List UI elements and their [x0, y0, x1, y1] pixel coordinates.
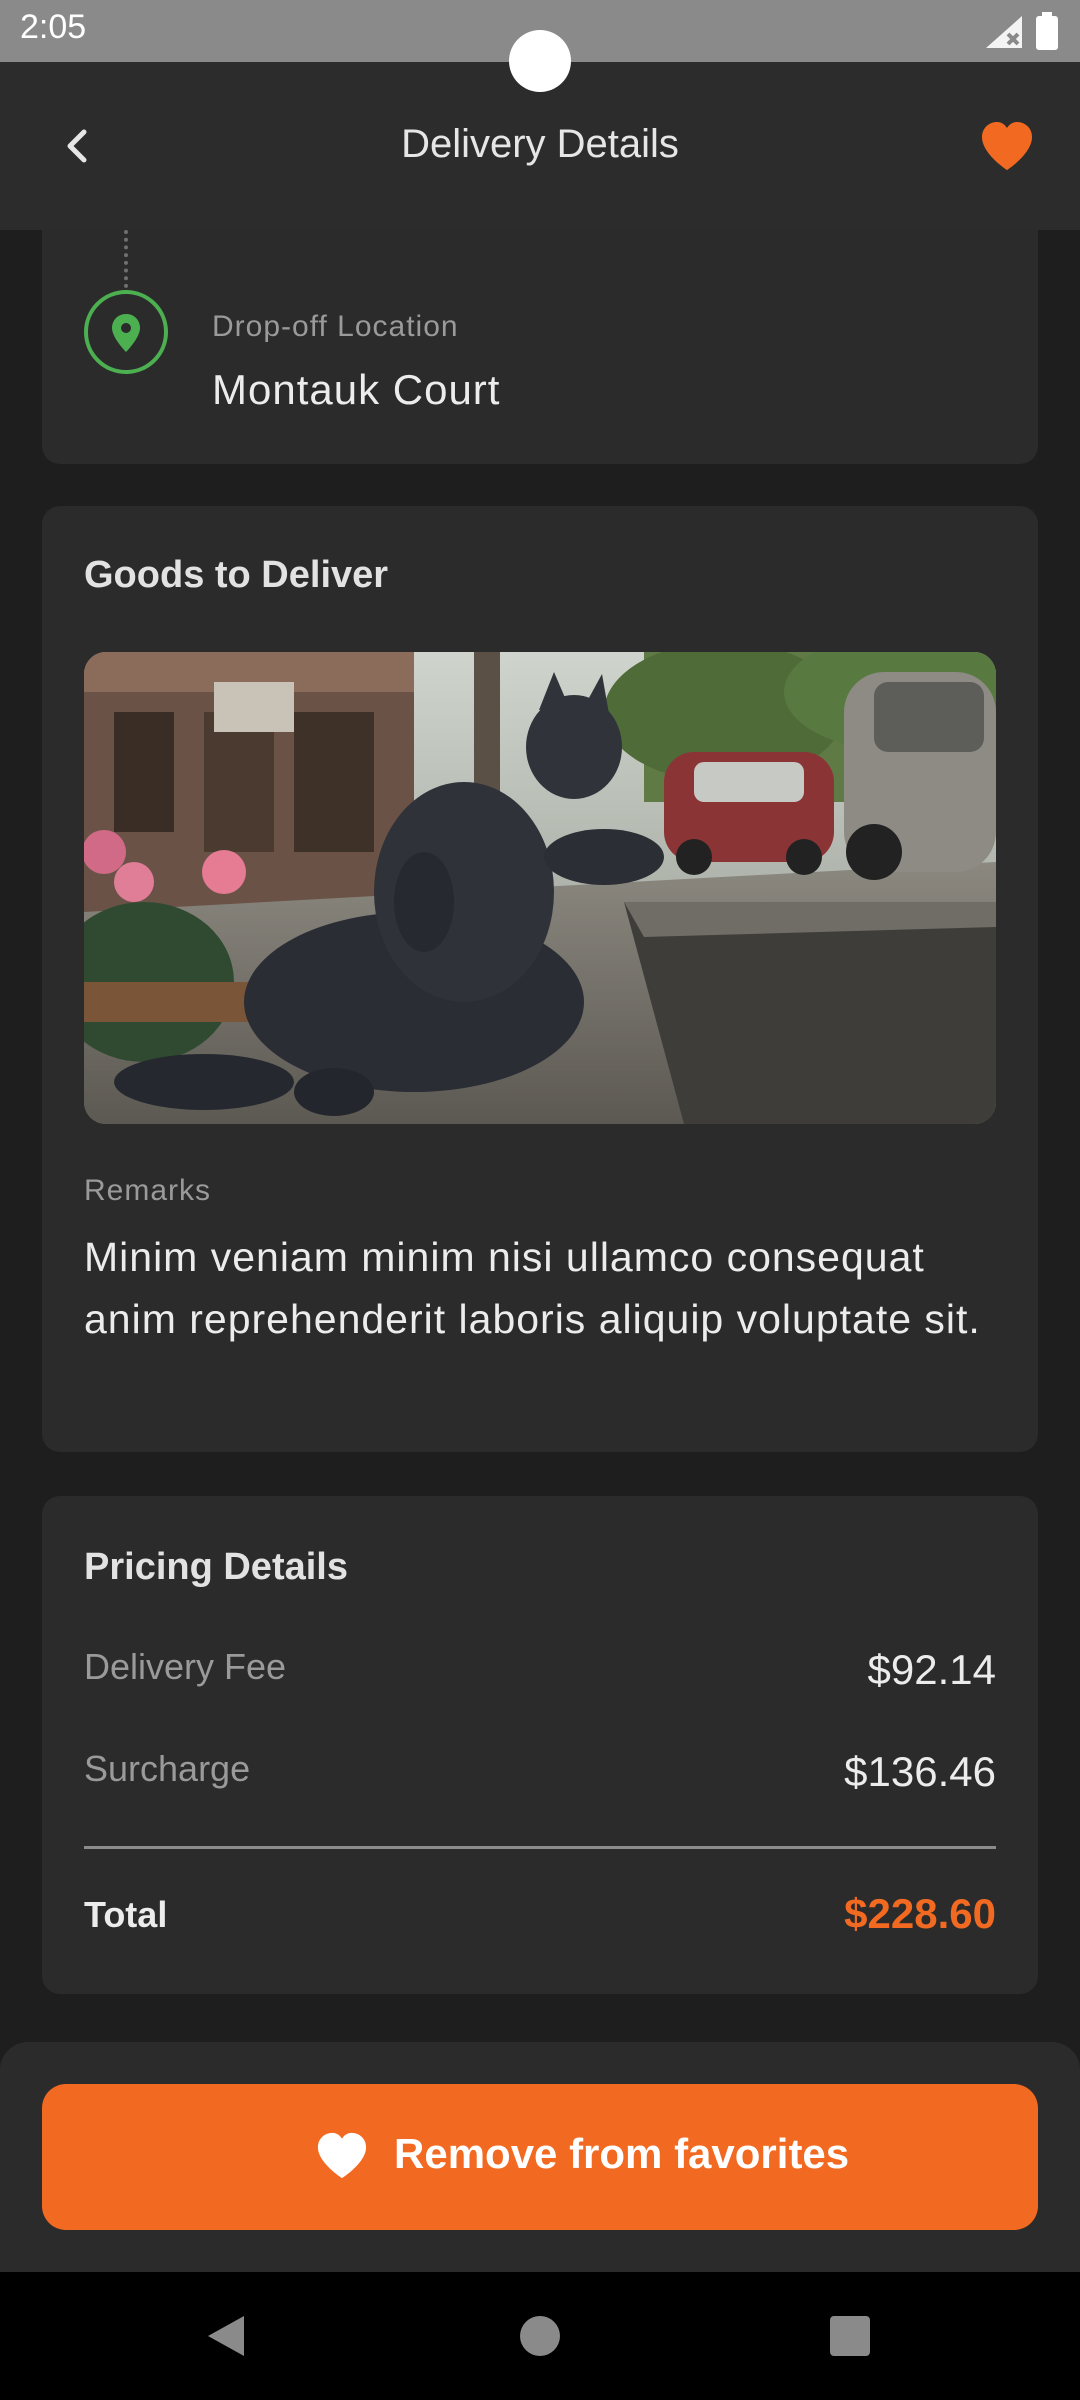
goods-photo[interactable] [84, 652, 996, 1124]
heart-icon [317, 2132, 367, 2179]
dropoff-value: Montauk Court [212, 366, 501, 413]
price-row-total: Total $228.60 [84, 1890, 996, 1950]
price-label: Delivery Fee [84, 1646, 287, 1687]
dropoff-label: Drop-off Location [212, 310, 459, 343]
page-title: Delivery Details [401, 122, 679, 166]
remarks-text: Minim veniam minim nisi ullamco consequa… [84, 1234, 981, 1342]
screen: 2:05 Delivery Details Drop-off Location [0, 0, 1080, 2400]
pricing-card: Pricing Details Delivery Fee $92.14 Surc… [42, 1496, 1038, 1994]
camera-cutout [509, 30, 571, 92]
cat-statue-photo [84, 652, 996, 1124]
remove-from-favorites-button[interactable]: Remove from favorites [42, 2084, 1038, 2230]
bottom-action-panel: Remove from favorites [0, 2042, 1080, 2272]
pricing-heading: Pricing Details [84, 1546, 348, 1588]
price-row-surcharge: Surcharge $136.46 [84, 1748, 996, 1804]
system-nav-bar [0, 2272, 1080, 2400]
map-pin-icon [112, 314, 140, 352]
goods-heading: Goods to Deliver [84, 554, 389, 596]
signal-icon [986, 16, 1022, 48]
goods-card: Goods to Deliver Remarks Minim veniam mi… [42, 506, 1038, 1452]
nav-home-icon[interactable] [520, 2316, 560, 2356]
status-time: 2:05 [20, 8, 87, 46]
route-connector [124, 230, 128, 288]
price-label: Surcharge [84, 1748, 251, 1789]
divider [84, 1846, 996, 1849]
price-value: $136.46 [844, 1748, 996, 1795]
battery-icon [1036, 12, 1058, 50]
remove-button-label: Remove from favorites [394, 2130, 850, 2177]
location-pin-badge [84, 290, 168, 374]
remarks-label: Remarks [84, 1174, 212, 1207]
nav-back-icon[interactable] [206, 2314, 246, 2358]
price-row-delivery-fee: Delivery Fee $92.14 [84, 1646, 996, 1702]
total-label: Total [84, 1894, 168, 1935]
total-value: $228.60 [844, 1890, 996, 1937]
heart-icon [982, 122, 1032, 170]
price-value: $92.14 [867, 1646, 996, 1693]
nav-recents-icon[interactable] [830, 2316, 870, 2356]
favorite-button[interactable] [978, 118, 1036, 176]
